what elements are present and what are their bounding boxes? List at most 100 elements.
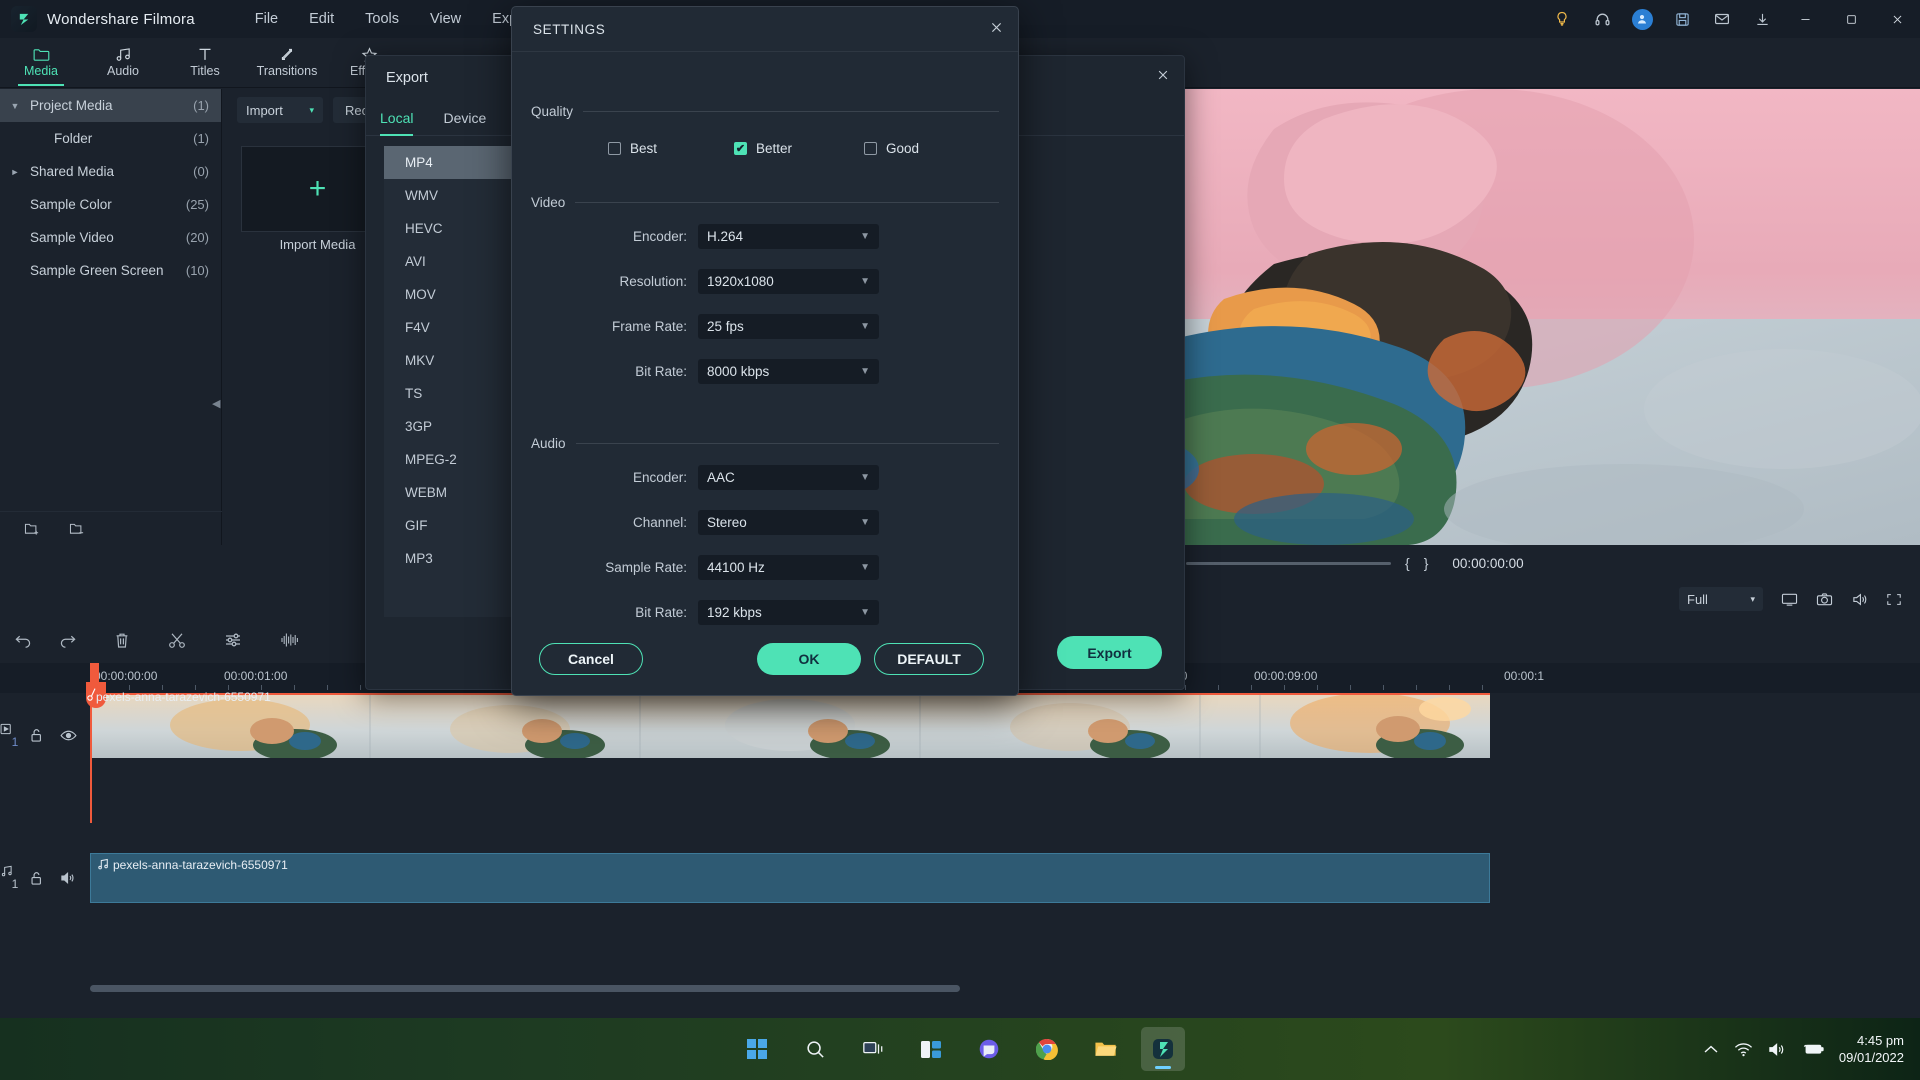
format-item-mpeg2[interactable]: MPEG-2	[384, 443, 514, 476]
audio-mixer-icon[interactable]	[280, 632, 324, 648]
quality-option-best[interactable]: Best	[608, 141, 734, 156]
preview-quality-dropdown[interactable]: Full ▾	[1679, 587, 1763, 611]
new-folder-icon[interactable]	[24, 521, 41, 536]
widgets-icon[interactable]	[909, 1027, 953, 1071]
redo-icon[interactable]	[58, 632, 102, 648]
preview-scrubber[interactable]	[1186, 561, 1391, 565]
format-item-avi[interactable]: AVI	[384, 245, 514, 278]
snapshot-icon[interactable]	[1816, 592, 1833, 607]
menu-item-file[interactable]: File	[255, 11, 278, 27]
unlock-icon[interactable]	[30, 871, 60, 886]
audio-samplerate-dropdown[interactable]: 44100 Hz ▼	[698, 555, 879, 580]
menu-item-edit[interactable]: Edit	[309, 11, 334, 27]
menu-item-tools[interactable]: Tools	[365, 11, 399, 27]
checkbox-best[interactable]	[608, 142, 621, 155]
ok-button[interactable]: OK	[757, 643, 861, 675]
video-encoder-dropdown[interactable]: H.264 ▼	[698, 224, 879, 249]
timeline-hscrollbar[interactable]	[90, 985, 1490, 992]
save-icon[interactable]	[1662, 0, 1702, 38]
play-icon[interactable]: 1	[0, 723, 30, 749]
format-item-3gp[interactable]: 3GP	[384, 410, 514, 443]
speaker-icon[interactable]	[60, 871, 90, 885]
filmora-icon[interactable]	[1141, 1027, 1185, 1071]
sidebar-item-project-media[interactable]: ▼ Project Media (1)	[0, 89, 221, 122]
chevron-down-icon[interactable]: ▼	[0, 101, 30, 111]
video-resolution-dropdown[interactable]: 1920x1080 ▼	[698, 269, 879, 294]
sidebar-item-folder[interactable]: Folder (1)	[0, 122, 221, 155]
format-item-webm[interactable]: WEBM	[384, 476, 514, 509]
format-item-hevc[interactable]: HEVC	[384, 212, 514, 245]
delete-icon[interactable]	[114, 632, 158, 649]
taskbar-clock[interactable]: 4:45 pm 09/01/2022	[1839, 1032, 1904, 1066]
format-item-mp3[interactable]: MP3	[384, 542, 514, 575]
format-item-gif[interactable]: GIF	[384, 509, 514, 542]
chevron-up-icon[interactable]	[1703, 1044, 1719, 1055]
close-icon[interactable]	[1874, 0, 1920, 38]
format-item-mp4[interactable]: MP4	[384, 146, 514, 179]
checkbox-better[interactable]: ✔	[734, 142, 747, 155]
audio-clip[interactable]: pexels-anna-tarazevich-6550971	[90, 853, 1490, 903]
lightbulb-icon[interactable]	[1542, 0, 1582, 38]
search-icon[interactable]	[793, 1027, 837, 1071]
tab-local[interactable]: Local	[380, 100, 414, 136]
import-dropdown[interactable]: Import ▾	[237, 97, 323, 123]
color-settings-icon[interactable]	[224, 632, 268, 648]
headset-icon[interactable]	[1582, 0, 1622, 38]
wifi-icon[interactable]	[1734, 1042, 1753, 1057]
close-icon[interactable]	[1156, 68, 1170, 82]
audio-encoder-dropdown[interactable]: AAC ▼	[698, 465, 879, 490]
audio-channel-dropdown[interactable]: Stereo ▼	[698, 510, 879, 535]
audio-bitrate-dropdown[interactable]: 192 kbps ▼	[698, 600, 879, 625]
format-item-ts[interactable]: TS	[384, 377, 514, 410]
video-bitrate-dropdown[interactable]: 8000 kbps ▼	[698, 359, 879, 384]
mark-out-icon[interactable]: }	[1424, 555, 1429, 571]
format-item-f4v[interactable]: F4V	[384, 311, 514, 344]
eye-visible-icon[interactable]	[60, 729, 90, 742]
export-button[interactable]: Export	[1057, 636, 1162, 669]
teams-chat-icon[interactable]	[967, 1027, 1011, 1071]
unlock-icon[interactable]	[30, 728, 60, 743]
volume-icon[interactable]	[1768, 1042, 1787, 1057]
default-button[interactable]: DEFAULT	[874, 643, 984, 675]
maximize-icon[interactable]	[1828, 0, 1874, 38]
chrome-icon[interactable]	[1025, 1027, 1069, 1071]
video-clip[interactable]	[90, 693, 1490, 758]
remove-folder-icon[interactable]	[69, 521, 86, 536]
quality-option-better[interactable]: ✔ Better	[734, 141, 864, 156]
sidebar-item-shared-media[interactable]: ► Shared Media (0)	[0, 155, 221, 188]
mail-icon[interactable]	[1702, 0, 1742, 38]
download-icon[interactable]	[1742, 0, 1782, 38]
tab-device[interactable]: Device	[443, 100, 486, 136]
volume-icon[interactable]	[1851, 592, 1868, 607]
task-view-icon[interactable]	[851, 1027, 895, 1071]
video-framerate-dropdown[interactable]: 25 fps ▼	[698, 314, 879, 339]
mark-in-icon[interactable]: {	[1405, 555, 1410, 571]
minimize-icon[interactable]	[1782, 0, 1828, 38]
tab-media[interactable]: Media	[0, 38, 82, 88]
audio-note-icon[interactable]: 1	[0, 865, 30, 891]
quality-option-good[interactable]: Good	[864, 141, 919, 156]
format-item-wmv[interactable]: WMV	[384, 179, 514, 212]
account-avatar-icon[interactable]	[1622, 0, 1662, 38]
undo-icon[interactable]	[14, 632, 58, 648]
sidebar-item-sample-color[interactable]: Sample Color (25)	[0, 188, 221, 221]
split-scissors-icon[interactable]	[168, 632, 212, 649]
tab-titles[interactable]: Titles	[164, 38, 246, 88]
fullscreen-icon[interactable]	[1886, 592, 1902, 607]
checkbox-good[interactable]	[864, 142, 877, 155]
screen-cast-icon[interactable]	[1781, 592, 1798, 607]
sidebar-item-sample-video[interactable]: Sample Video (20)	[0, 221, 221, 254]
chevron-right-icon[interactable]: ►	[0, 167, 30, 177]
windows-start-icon[interactable]	[735, 1027, 779, 1071]
cancel-button[interactable]: Cancel	[539, 643, 643, 675]
battery-icon[interactable]	[1802, 1042, 1824, 1056]
file-explorer-icon[interactable]	[1083, 1027, 1127, 1071]
tab-transitions[interactable]: Transitions	[246, 38, 328, 88]
sidebar-item-sample-green-screen[interactable]: Sample Green Screen (10)	[0, 254, 221, 287]
format-item-mov[interactable]: MOV	[384, 278, 514, 311]
format-item-mkv[interactable]: MKV	[384, 344, 514, 377]
tab-audio[interactable]: Audio	[82, 38, 164, 88]
timeline-hscrollbar-thumb[interactable]	[90, 985, 960, 992]
close-icon[interactable]	[989, 20, 1004, 35]
menu-item-view[interactable]: View	[430, 11, 461, 27]
